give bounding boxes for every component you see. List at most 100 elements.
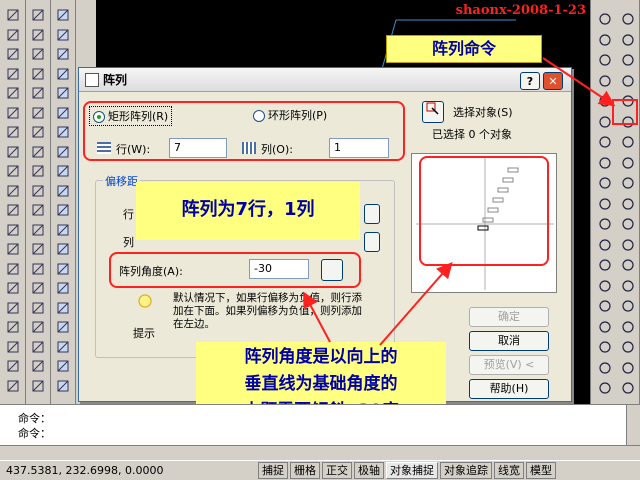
toolbar-tool-icon[interactable] xyxy=(4,377,22,395)
cancel-button[interactable]: 取消 xyxy=(469,331,549,351)
col-offset-pick-button[interactable] xyxy=(364,232,380,252)
toolbar-tool-icon[interactable] xyxy=(54,143,72,161)
toolbar-tool-icon[interactable] xyxy=(4,182,22,200)
toolbar-tool-icon[interactable] xyxy=(54,279,72,297)
status-model[interactable]: 模型 xyxy=(526,462,556,479)
toolbar-tool-icon[interactable] xyxy=(29,377,47,395)
toolbar-tool-icon[interactable] xyxy=(54,182,72,200)
modify-tool-icon[interactable] xyxy=(596,318,614,336)
modify-tool-icon[interactable] xyxy=(619,31,637,49)
toolbar-tool-icon[interactable] xyxy=(54,377,72,395)
toolbar-tool-icon[interactable] xyxy=(29,240,47,258)
command-hscroll[interactable] xyxy=(0,445,640,461)
modify-tool-icon[interactable] xyxy=(596,236,614,254)
toolbar-tool-icon[interactable] xyxy=(54,123,72,141)
status-polar[interactable]: 极轴 xyxy=(354,462,384,479)
toolbar-tool-icon[interactable] xyxy=(4,65,22,83)
modify-tool-icon[interactable] xyxy=(596,10,614,28)
modify-tool-icon[interactable] xyxy=(619,379,637,397)
toolbar-tool-icon[interactable] xyxy=(29,357,47,375)
modify-tool-icon[interactable] xyxy=(596,51,614,69)
toolbar-tool-icon[interactable] xyxy=(4,26,22,44)
modify-tool-icon[interactable] xyxy=(619,318,637,336)
toolbar-tool-icon[interactable] xyxy=(29,162,47,180)
ok-button[interactable]: 确定 xyxy=(469,307,549,327)
toolbar-tool-icon[interactable] xyxy=(29,65,47,83)
toolbar-tool-icon[interactable] xyxy=(4,338,22,356)
modify-tool-icon[interactable] xyxy=(619,215,637,233)
toolbar-tool-icon[interactable] xyxy=(29,318,47,336)
modify-tool-icon[interactable] xyxy=(596,359,614,377)
toolbar-tool-icon[interactable] xyxy=(29,260,47,278)
toolbar-tool-icon[interactable] xyxy=(29,299,47,317)
toolbar-tool-icon[interactable] xyxy=(4,162,22,180)
toolbar-tool-icon[interactable] xyxy=(29,221,47,239)
modify-tool-icon[interactable] xyxy=(596,256,614,274)
toolbar-tool-icon[interactable] xyxy=(54,201,72,219)
toolbar-tool-icon[interactable] xyxy=(54,162,72,180)
modify-tool-icon[interactable] xyxy=(619,154,637,172)
toolbar-tool-icon[interactable] xyxy=(29,84,47,102)
modify-tool-icon[interactable] xyxy=(619,133,637,151)
toolbar-tool-icon[interactable] xyxy=(29,182,47,200)
modify-tool-icon[interactable] xyxy=(619,195,637,213)
modify-tool-icon[interactable] xyxy=(596,297,614,315)
toolbar-tool-icon[interactable] xyxy=(4,123,22,141)
toolbar-tool-icon[interactable] xyxy=(29,143,47,161)
toolbar-tool-icon[interactable] xyxy=(54,45,72,63)
toolbar-tool-icon[interactable] xyxy=(29,338,47,356)
toolbar-tool-icon[interactable] xyxy=(29,104,47,122)
status-snap[interactable]: 捕捉 xyxy=(258,462,288,479)
toolbar-tool-icon[interactable] xyxy=(54,357,72,375)
status-grid[interactable]: 栅格 xyxy=(290,462,320,479)
modify-tool-icon[interactable] xyxy=(619,256,637,274)
select-objects-button[interactable] xyxy=(422,101,444,123)
toolbar-tool-icon[interactable] xyxy=(4,6,22,24)
toolbar-tool-icon[interactable] xyxy=(4,357,22,375)
preview-button[interactable]: 预览(V) < xyxy=(469,355,549,375)
status-osnap[interactable]: 对象捕捉 xyxy=(386,462,438,479)
toolbar-tool-icon[interactable] xyxy=(29,123,47,141)
toolbar-tool-icon[interactable] xyxy=(4,104,22,122)
modify-tool-icon[interactable] xyxy=(596,133,614,151)
modify-tool-icon[interactable] xyxy=(596,154,614,172)
toolbar-tool-icon[interactable] xyxy=(54,338,72,356)
toolbar-tool-icon[interactable] xyxy=(54,221,72,239)
toolbar-tool-icon[interactable] xyxy=(4,279,22,297)
toolbar-tool-icon[interactable] xyxy=(4,240,22,258)
modify-tool-icon[interactable] xyxy=(619,236,637,254)
toolbar-tool-icon[interactable] xyxy=(4,260,22,278)
modify-tool-icon[interactable] xyxy=(619,359,637,377)
help-title-button[interactable]: ? xyxy=(520,72,540,90)
toolbar-tool-icon[interactable] xyxy=(54,26,72,44)
modify-tool-icon[interactable] xyxy=(619,297,637,315)
toolbar-tool-icon[interactable] xyxy=(4,45,22,63)
modify-tool-icon[interactable] xyxy=(596,31,614,49)
modify-tool-icon[interactable] xyxy=(596,215,614,233)
help-button[interactable]: 帮助(H) xyxy=(469,379,549,399)
toolbar-tool-icon[interactable] xyxy=(4,201,22,219)
row-offset-pick-button[interactable] xyxy=(364,204,380,224)
command-window[interactable]: 命令： 命令： xyxy=(0,404,640,461)
toolbar-tool-icon[interactable] xyxy=(54,299,72,317)
toolbar-tool-icon[interactable] xyxy=(54,240,72,258)
modify-tool-icon[interactable] xyxy=(596,72,614,90)
toolbar-tool-icon[interactable] xyxy=(54,260,72,278)
modify-tool-icon[interactable] xyxy=(596,379,614,397)
toolbar-tool-icon[interactable] xyxy=(29,26,47,44)
modify-tool-icon[interactable] xyxy=(596,174,614,192)
modify-tool-icon[interactable] xyxy=(596,277,614,295)
command-scrollbar[interactable] xyxy=(626,405,640,445)
toolbar-tool-icon[interactable] xyxy=(54,318,72,336)
toolbar-tool-icon[interactable] xyxy=(29,279,47,297)
toolbar-tool-icon[interactable] xyxy=(54,84,72,102)
modify-tool-icon[interactable] xyxy=(619,51,637,69)
modify-tool-icon[interactable] xyxy=(619,277,637,295)
status-ortho[interactable]: 正交 xyxy=(322,462,352,479)
toolbar-tool-icon[interactable] xyxy=(54,104,72,122)
status-otrack[interactable]: 对象追踪 xyxy=(440,462,492,479)
toolbar-tool-icon[interactable] xyxy=(29,6,47,24)
toolbar-tool-icon[interactable] xyxy=(54,65,72,83)
toolbar-tool-icon[interactable] xyxy=(4,221,22,239)
close-button[interactable]: ✕ xyxy=(543,72,563,90)
